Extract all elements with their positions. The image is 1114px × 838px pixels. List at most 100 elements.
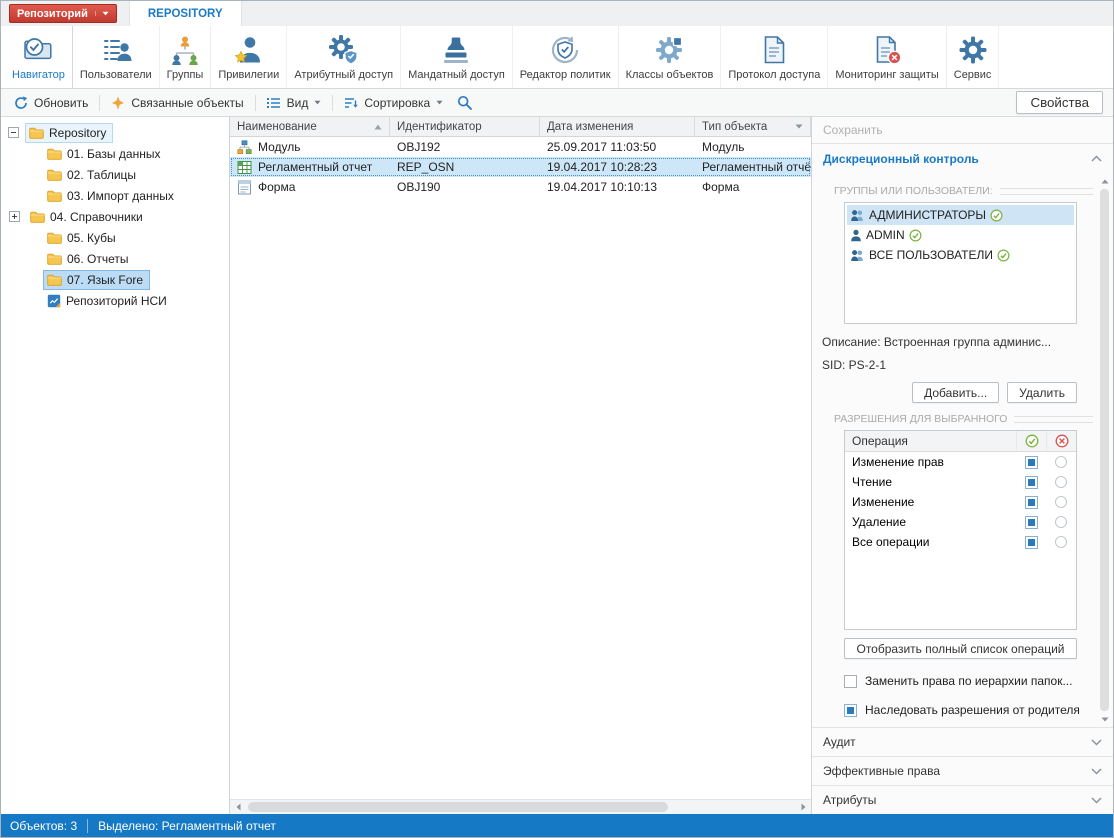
allow-checkbox[interactable] <box>1024 495 1038 509</box>
section-title: Атрибуты <box>823 793 877 807</box>
ribbon-item-label: Группы <box>166 69 204 81</box>
operation-name: Изменение <box>852 495 915 509</box>
ribbon-item-object-classes[interactable]: Классы объектов <box>619 26 722 88</box>
deny-checkbox[interactable] <box>1055 476 1067 488</box>
table-row-regulated-report[interactable]: Регламентный отчет REP_OSN 19.04.2017 10… <box>230 157 811 177</box>
discretionary-control-body: ГРУППЫ ИЛИ ПОЛЬЗОВАТЕЛИ: АДМИНИСТРАТОРЫ <box>812 173 1113 727</box>
search-button[interactable] <box>450 92 479 113</box>
expand-expander-icon[interactable] <box>9 211 20 222</box>
tree-item-nsi-repository[interactable]: Репозиторий НСИ <box>1 290 229 311</box>
sort-dropdown-button[interactable]: Сортировка <box>337 93 450 113</box>
inherit-permissions-checkbox[interactable] <box>844 703 857 717</box>
vertical-scrollbar[interactable] <box>1098 175 1111 725</box>
ribbon-item-groups[interactable]: Группы <box>160 26 212 88</box>
principal-all-users[interactable]: ВСЕ ПОЛЬЗОВАТЕЛИ <box>847 245 1074 265</box>
ribbon-item-label: Мониторинг защиты <box>835 69 939 81</box>
save-button[interactable]: Сохранить <box>823 123 883 137</box>
permission-row-delete: Удаление <box>845 512 1076 532</box>
ribbon-item-attribute-access[interactable]: Атрибутный доступ <box>287 26 402 88</box>
column-header-name[interactable]: Наименование <box>230 117 390 136</box>
tree-item-dictionaries[interactable]: 04. Справочники <box>1 206 229 227</box>
nsi-repository-icon <box>47 294 61 308</box>
section-effective-rights[interactable]: Эффективные права <box>812 756 1113 785</box>
permission-row-all-operations: Все операции <box>845 532 1076 552</box>
group-icon <box>850 209 865 222</box>
sort-label: Сортировка <box>364 95 431 110</box>
deny-checkbox[interactable] <box>1055 496 1067 508</box>
tree-item-repository[interactable]: Repository <box>1 122 229 143</box>
document-alert-icon <box>871 33 903 67</box>
gear-classes-icon <box>653 33 685 67</box>
ribbon-item-security-monitoring[interactable]: Мониторинг защиты <box>828 26 947 88</box>
properties-button[interactable]: Свойства <box>1016 91 1103 114</box>
deny-checkbox[interactable] <box>1055 536 1067 548</box>
tab-strip: Репозиторий REPOSITORY <box>1 1 1113 26</box>
inherit-permissions-checkbox-row[interactable]: Наследовать разрешения от родителя <box>844 703 1093 717</box>
principal-administrators[interactable]: АДМИНИСТРАТОРЫ <box>847 205 1074 225</box>
horizontal-scrollbar[interactable] <box>230 799 811 814</box>
ribbon-item-users[interactable]: Пользователи <box>73 26 160 88</box>
view-dropdown-button[interactable]: Вид <box>260 93 329 113</box>
tree-item-data-import[interactable]: 03. Импорт данных <box>1 185 229 206</box>
delete-principal-button[interactable]: Удалить <box>1007 382 1077 403</box>
scroll-left-icon[interactable] <box>230 800 246 815</box>
stamp-icon <box>440 33 472 67</box>
section-audit[interactable]: Аудит <box>812 727 1113 756</box>
table-row-module[interactable]: Модуль OBJ192 25.09.2017 11:03:50 Модуль <box>230 137 811 157</box>
deny-checkbox[interactable] <box>1055 516 1067 528</box>
operation-column-label: Операция <box>852 434 908 448</box>
section-discretionary-control[interactable]: Дискреционный контроль <box>812 144 1113 173</box>
collapse-expander-icon[interactable] <box>8 127 19 138</box>
refresh-icon <box>14 95 28 110</box>
principal-name: ADMIN <box>866 228 905 242</box>
replace-rights-checkbox-row[interactable]: Заменить права по иерархии папок... <box>844 674 1093 688</box>
ribbon-item-navigator[interactable]: Навигатор <box>5 26 73 88</box>
form-icon <box>237 180 252 195</box>
tab-repository[interactable]: REPOSITORY <box>128 1 242 26</box>
repository-menu-button[interactable]: Репозиторий <box>9 4 117 23</box>
dropdown-caret-icon <box>436 100 443 105</box>
operation-name: Изменение прав <box>852 455 944 469</box>
replace-rights-checkbox[interactable] <box>844 674 857 688</box>
scroll-down-icon[interactable] <box>1101 713 1109 725</box>
scroll-up-icon[interactable] <box>1101 175 1109 187</box>
view-label: Вид <box>286 95 309 110</box>
object-type: Форма <box>702 180 740 194</box>
object-name: Модуль <box>258 140 301 154</box>
navigator-icon <box>22 33 54 67</box>
tree-item-reports[interactable]: 06. Отчеты <box>1 248 229 269</box>
allow-checkbox[interactable] <box>1024 455 1038 469</box>
section-title: Эффективные права <box>823 764 941 778</box>
deny-checkbox[interactable] <box>1055 456 1067 468</box>
tree-item-cubes[interactable]: 05. Кубы <box>1 227 229 248</box>
allow-checkbox[interactable] <box>1024 515 1038 529</box>
scrollbar-thumb[interactable] <box>248 802 668 812</box>
related-objects-button[interactable]: Связанные объекты <box>104 93 250 113</box>
ribbon-item-policy-editor[interactable]: Редактор политик <box>513 26 619 88</box>
scroll-right-icon[interactable] <box>795 800 811 815</box>
section-attributes[interactable]: Атрибуты <box>812 785 1113 814</box>
ribbon-item-service[interactable]: Сервис <box>947 26 1000 88</box>
column-header-modified[interactable]: Дата изменения <box>540 117 695 136</box>
principal-list[interactable]: АДМИНИСТРАТОРЫ ADMIN ВСЕ ПОЛЬЗОВАТЕЛИ <box>844 202 1077 324</box>
column-header-object-type[interactable]: Тип объекта <box>695 117 811 136</box>
principal-admin[interactable]: ADMIN <box>847 225 1074 245</box>
tree-item-tables[interactable]: 02. Таблицы <box>1 164 229 185</box>
refresh-button[interactable]: Обновить <box>7 93 95 113</box>
column-header-identifier[interactable]: Идентификатор <box>390 117 540 136</box>
add-principal-button[interactable]: Добавить... <box>912 382 1000 403</box>
tree-item-fore-language[interactable]: 07. Язык Fore <box>1 269 229 290</box>
toolbar-separator <box>99 94 101 111</box>
filter-caret-icon[interactable] <box>795 124 803 129</box>
ribbon-item-access-log[interactable]: Протокол доступа <box>721 26 829 88</box>
ribbon-item-privileges[interactable]: Привилегии <box>211 26 288 88</box>
table-row-form[interactable]: Форма OBJ190 19.04.2017 10:10:13 Форма <box>230 177 811 197</box>
ribbon-item-mandate-access[interactable]: Мандатный доступ <box>401 26 513 88</box>
object-name: Форма <box>258 180 296 194</box>
show-full-operation-list-button[interactable]: Отобразить полный список операций <box>844 638 1077 659</box>
allow-checkbox[interactable] <box>1024 475 1038 489</box>
tree-item-databases[interactable]: 01. Базы данных <box>1 143 229 164</box>
allow-checkbox[interactable] <box>1024 535 1038 549</box>
scrollbar-thumb[interactable] <box>1100 189 1109 711</box>
grid-body: Модуль OBJ192 25.09.2017 11:03:50 Модуль <box>230 137 811 799</box>
